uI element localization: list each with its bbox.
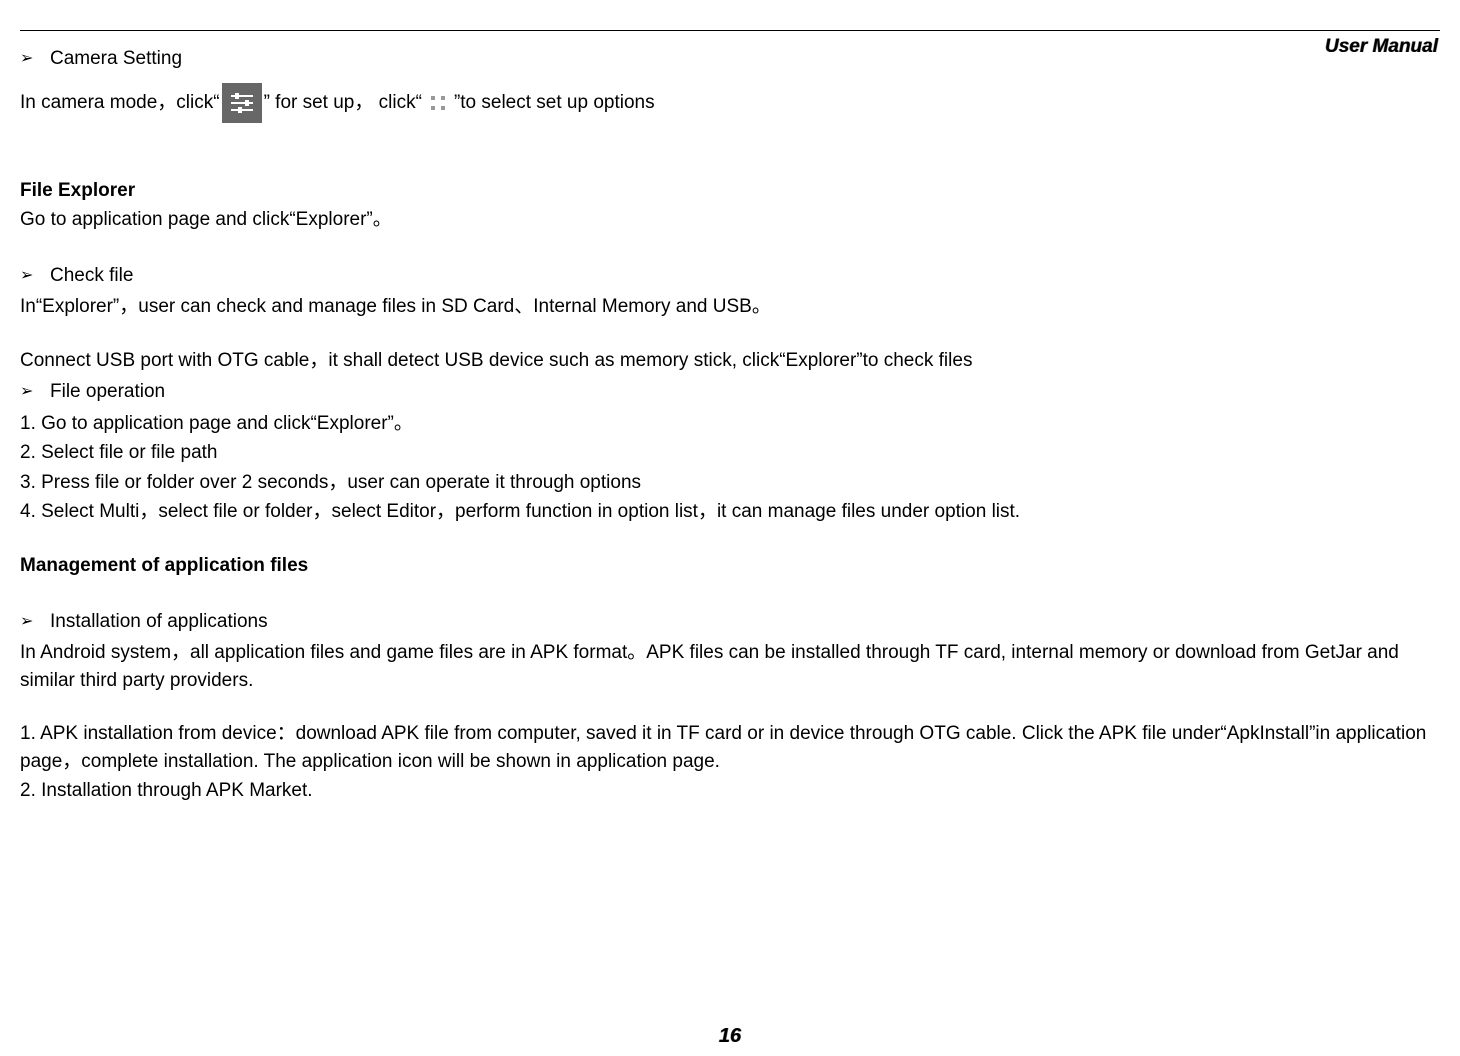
settings-sliders-icon <box>222 83 262 123</box>
heading-file-explorer: File Explorer <box>20 177 1440 205</box>
text-fragment: In camera mode，click“ <box>20 89 220 117</box>
step-line: 2. Installation through APK Market. <box>20 777 1440 805</box>
page-content: ➢ Camera Setting In camera mode，click“ ”… <box>20 45 1440 805</box>
header-label: User Manual <box>1325 36 1438 58</box>
bullet-check-file: ➢ Check file <box>20 262 1440 290</box>
divider <box>20 30 1440 31</box>
text-fragment: ” for set up， click“ <box>264 89 422 117</box>
chevron-right-icon: ➢ <box>20 378 38 403</box>
step-line: 3. Press file or folder over 2 seconds，u… <box>20 469 1440 497</box>
chevron-right-icon: ➢ <box>20 608 38 633</box>
menu-dots-icon <box>424 89 452 117</box>
camera-instruction-line: In camera mode，click“ ” for set up， clic… <box>20 83 1440 123</box>
bullet-text: Installation of applications <box>50 608 268 636</box>
step-line: 1. Go to application page and click“Expl… <box>20 410 1440 438</box>
heading-management: Management of application files <box>20 552 1440 580</box>
chevron-right-icon: ➢ <box>20 262 38 287</box>
bullet-text: Check file <box>50 262 133 290</box>
step-line: 1. APK installation from device：download… <box>20 720 1440 775</box>
bullet-installation: ➢ Installation of applications <box>20 608 1440 636</box>
page-number: 16 <box>0 1025 1460 1048</box>
chevron-right-icon: ➢ <box>20 45 38 70</box>
text-line: In“Explorer”，user can check and manage f… <box>20 293 1440 321</box>
bullet-text: File operation <box>50 378 165 406</box>
bullet-file-operation: ➢ File operation <box>20 378 1440 406</box>
step-line: 2. Select file or file path <box>20 439 1440 467</box>
text-line: In Android system，all application files … <box>20 639 1440 694</box>
step-line: 4. Select Multi，select file or folder，se… <box>20 498 1440 526</box>
text-line: Go to application page and click“Explore… <box>20 206 1440 234</box>
bullet-text: Camera Setting <box>50 45 182 73</box>
text-fragment: ”to select set up options <box>454 89 655 117</box>
text-line: Connect USB port with OTG cable，it shall… <box>20 347 1440 375</box>
bullet-camera-setting: ➢ Camera Setting <box>20 45 1440 73</box>
